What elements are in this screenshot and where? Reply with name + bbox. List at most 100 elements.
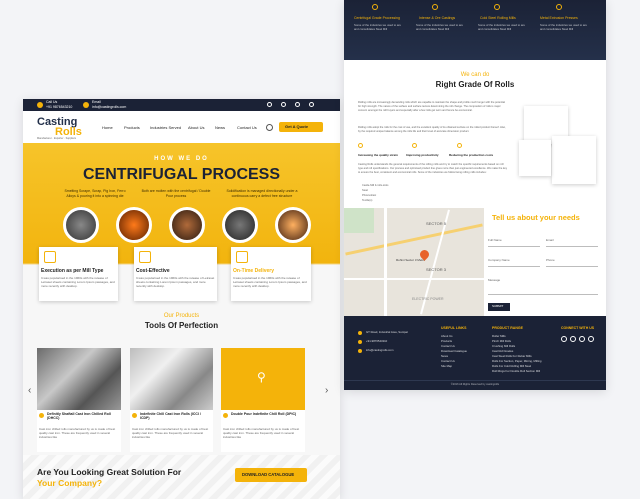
feature-title-2: Cost-Effective: [136, 268, 170, 274]
grade-list-3: Photovoltaic: [362, 194, 377, 197]
footer: GT Road, Industrial Area, Sonipat +91-98…: [344, 316, 606, 390]
linkedin-icon[interactable]: [295, 102, 300, 107]
process-strip: Centrifugal Grade Processing Some of the…: [344, 0, 606, 60]
hero-step-3: Solidification is managed directionally …: [226, 189, 298, 198]
mill-icon: [44, 251, 56, 263]
map-road: [344, 278, 484, 280]
twitter-icon[interactable]: [281, 102, 286, 107]
feature-card-3: On-Time Delivery It was popularised in t…: [231, 247, 311, 301]
call-number[interactable]: +91 9876543210: [46, 105, 72, 110]
range-link-2[interactable]: Pinch Mill Rolls: [492, 340, 511, 343]
nav-about[interactable]: About Us: [188, 126, 204, 130]
useful-link-4[interactable]: Download Catalogue: [441, 350, 467, 353]
twitter-icon[interactable]: [570, 336, 576, 342]
phone-field[interactable]: Phone: [546, 259, 555, 262]
youtube-icon[interactable]: [588, 336, 594, 342]
process-image-2: [116, 207, 152, 243]
field-underline: [488, 294, 598, 295]
phone-icon: [358, 340, 362, 344]
image-card-2: [552, 136, 596, 184]
prev-arrow-icon[interactable]: ‹: [28, 385, 31, 396]
range-link-1[interactable]: Roller Mills: [492, 335, 506, 338]
product-bullet-icon: [223, 413, 228, 418]
cta-line2: Your Company?: [37, 478, 103, 488]
field-underline: [546, 266, 598, 267]
download-catalogue-label: DOWNLOAD CATALOGUE: [242, 472, 295, 477]
product-image-2[interactable]: [130, 348, 213, 410]
product-bullet-icon: [132, 413, 137, 418]
range-link-3[interactable]: Crushing Mill Rolls: [492, 345, 515, 348]
useful-link-5[interactable]: News: [441, 355, 448, 358]
product-image-1[interactable]: [37, 348, 121, 410]
process-icon-3: [494, 4, 500, 10]
range-link-4[interactable]: Cast Roll Grades: [492, 350, 513, 353]
company-field[interactable]: Company Name: [488, 259, 510, 262]
product-image-3[interactable]: ⚲: [221, 348, 305, 410]
quality-icon: [358, 143, 363, 148]
message-field[interactable]: Message: [488, 279, 500, 282]
feature-title-3: On-Time Delivery: [233, 268, 275, 274]
image-card-3: [519, 140, 551, 176]
nav-products[interactable]: Products: [124, 126, 140, 130]
grade-title: Right Grade Of Rolls: [435, 80, 515, 89]
linkedin-icon[interactable]: [579, 336, 585, 342]
useful-link-2[interactable]: Products: [441, 340, 452, 343]
footer-phone[interactable]: +91-9876543210: [366, 340, 387, 343]
feature-card-2: Cost-Effective It was popularised in the…: [134, 247, 217, 301]
call-label: Call Us: [46, 100, 58, 104]
process-icon-4: [556, 4, 562, 10]
nav-home[interactable]: Home: [102, 126, 113, 130]
cta-line1: Are You Looking Great Solution For: [37, 467, 182, 477]
grade-list-2: Steel: [362, 189, 368, 192]
nav-contact[interactable]: Contact Us: [237, 126, 257, 130]
hero-kicker: HOW WE DO: [154, 156, 209, 162]
field-underline: [488, 266, 540, 267]
product-name-2[interactable]: Indefinite Chill Cast Iron Rolls (ICCI /…: [140, 412, 211, 420]
email-value[interactable]: info@castingrolls.com: [92, 105, 126, 110]
product-name-3[interactable]: Double Pour Indefinite Chill Roll (DPIC): [231, 412, 303, 416]
product-name-1[interactable]: Definitly Shaftall Cast Iron Chilled Rol…: [47, 412, 119, 420]
email-field[interactable]: Email: [546, 239, 554, 242]
map[interactable]: SECTOR 5 SECTOR 3 Rohini Sector 3 Metro …: [344, 208, 484, 316]
benefit-3: Reducing the production costs: [449, 153, 494, 157]
product-range-title: PRODUCT RANGE: [492, 326, 523, 330]
useful-link-3[interactable]: Contact Us: [441, 345, 455, 348]
connect-title: CONNECT WITH US: [561, 326, 595, 330]
process-image-5: [275, 207, 311, 243]
process-text-2: Some of the industries we used to are an…: [416, 23, 463, 31]
youtube-icon[interactable]: [309, 102, 314, 107]
hero-step-1: Smelting Scrape, Scrap, Pig Iron, Ferro …: [64, 189, 126, 198]
grade-para3: Casting Rolls understands the general re…: [358, 163, 508, 174]
useful-link-1[interactable]: About Us: [441, 335, 453, 338]
range-link-8[interactable]: Roll Rings For Double Roll Section Mill: [492, 370, 540, 373]
products-section: ‹ › ⚲ Definitly Shaftall Cast Iron Chill…: [23, 343, 340, 455]
cta-section: Are You Looking Great Solution For Your …: [23, 455, 340, 499]
useful-link-7[interactable]: Site Map: [441, 365, 452, 368]
process-title-2: Intense & Ore Castings: [419, 16, 456, 20]
right-page-mockup: Centrifugal Grade Processing Some of the…: [344, 0, 606, 390]
search-icon[interactable]: [266, 124, 273, 131]
process-icon-2: [432, 4, 438, 10]
hero-title: CENTRIFUGAL PROCESS: [82, 166, 281, 183]
nav-industries[interactable]: Industries Served: [150, 126, 181, 130]
facebook-icon[interactable]: [267, 102, 272, 107]
grade-para1: Rolling mills are increasingly demanding…: [358, 101, 505, 112]
header: Casting Rolls Manufacturer · Exporter · …: [23, 111, 340, 143]
left-page-mockup: Call Us +91 9876543210 Email info@castin…: [23, 99, 340, 499]
full-name-field[interactable]: Full Name: [488, 239, 502, 242]
range-link-7[interactable]: Rolls For Cold Rolling Mill Steel: [492, 365, 531, 368]
cost-icon: [139, 251, 151, 263]
useful-link-6[interactable]: Contact Us: [441, 360, 455, 363]
range-link-6[interactable]: Rolls For Section, Paper, Mining, Millin…: [492, 360, 541, 363]
facebook-icon[interactable]: [561, 336, 567, 342]
range-link-5[interactable]: Cast Steel Rolls For Rebar Mills: [492, 355, 532, 358]
process-text-4: Some of the industries we used to are an…: [540, 23, 587, 31]
products-title: Tools Of Perfection: [144, 321, 219, 330]
footer-email[interactable]: info@castingrolls.com: [366, 349, 393, 352]
product-card-1: Definitly Shaftall Cast Iron Chilled Rol…: [37, 410, 121, 452]
process-title-3: Cold Steel Rolling Mills: [480, 16, 516, 20]
nav-news[interactable]: News: [215, 126, 225, 130]
next-arrow-icon[interactable]: ›: [325, 385, 328, 396]
feature-text-3: It was popularised in the 1960s with the…: [233, 276, 307, 288]
hero-section: HOW WE DO CENTRIFUGAL PROCESS Smelting S…: [23, 143, 340, 343]
